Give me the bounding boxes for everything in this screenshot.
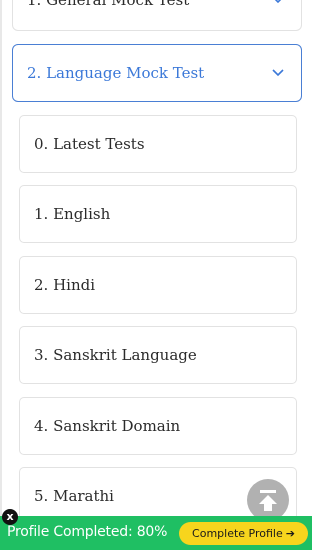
arrow-right-icon: ➔ xyxy=(285,527,295,540)
close-banner-button[interactable]: x xyxy=(2,509,18,525)
list-item-sanskrit-language[interactable]: 3. Sanskrit Language xyxy=(19,326,297,384)
list-item-label: 4. Sanskrit Domain xyxy=(34,417,181,435)
profile-completion-banner: Profile Completed: 80% Complete Profile … xyxy=(0,516,312,550)
chevron-down-icon xyxy=(272,69,284,77)
chevron-down-icon xyxy=(274,0,282,4)
accordion-label: 1. General Mock Test xyxy=(27,0,190,9)
list-item-label: 3. Sanskrit Language xyxy=(34,346,197,364)
list-item-sanskrit-domain[interactable]: 4. Sanskrit Domain xyxy=(19,397,297,455)
list-item-label: 0. Latest Tests xyxy=(34,135,145,153)
list-item-english[interactable]: 1. English xyxy=(19,185,297,243)
accordion-general-mock-test[interactable]: 1. General Mock Test xyxy=(12,0,302,31)
page-edge xyxy=(0,0,2,550)
arrow-up-to-line-icon xyxy=(259,490,277,511)
accordion-language-mock-test[interactable]: 2. Language Mock Test xyxy=(12,44,302,102)
list-item-label: 2. Hindi xyxy=(34,276,96,294)
complete-profile-button[interactable]: Complete Profile ➔ xyxy=(179,522,308,545)
list-item-latest-tests[interactable]: 0. Latest Tests xyxy=(19,115,297,173)
list-item-label: 1. English xyxy=(34,205,111,223)
cta-label: Complete Profile xyxy=(192,527,283,540)
list-item-label: 5. Marathi xyxy=(34,487,114,505)
accordion-label: 2. Language Mock Test xyxy=(27,64,205,82)
list-item-hindi[interactable]: 2. Hindi xyxy=(19,256,297,314)
profile-status-text: Profile Completed: 80% xyxy=(7,524,168,540)
scroll-to-top-button[interactable] xyxy=(247,479,289,521)
